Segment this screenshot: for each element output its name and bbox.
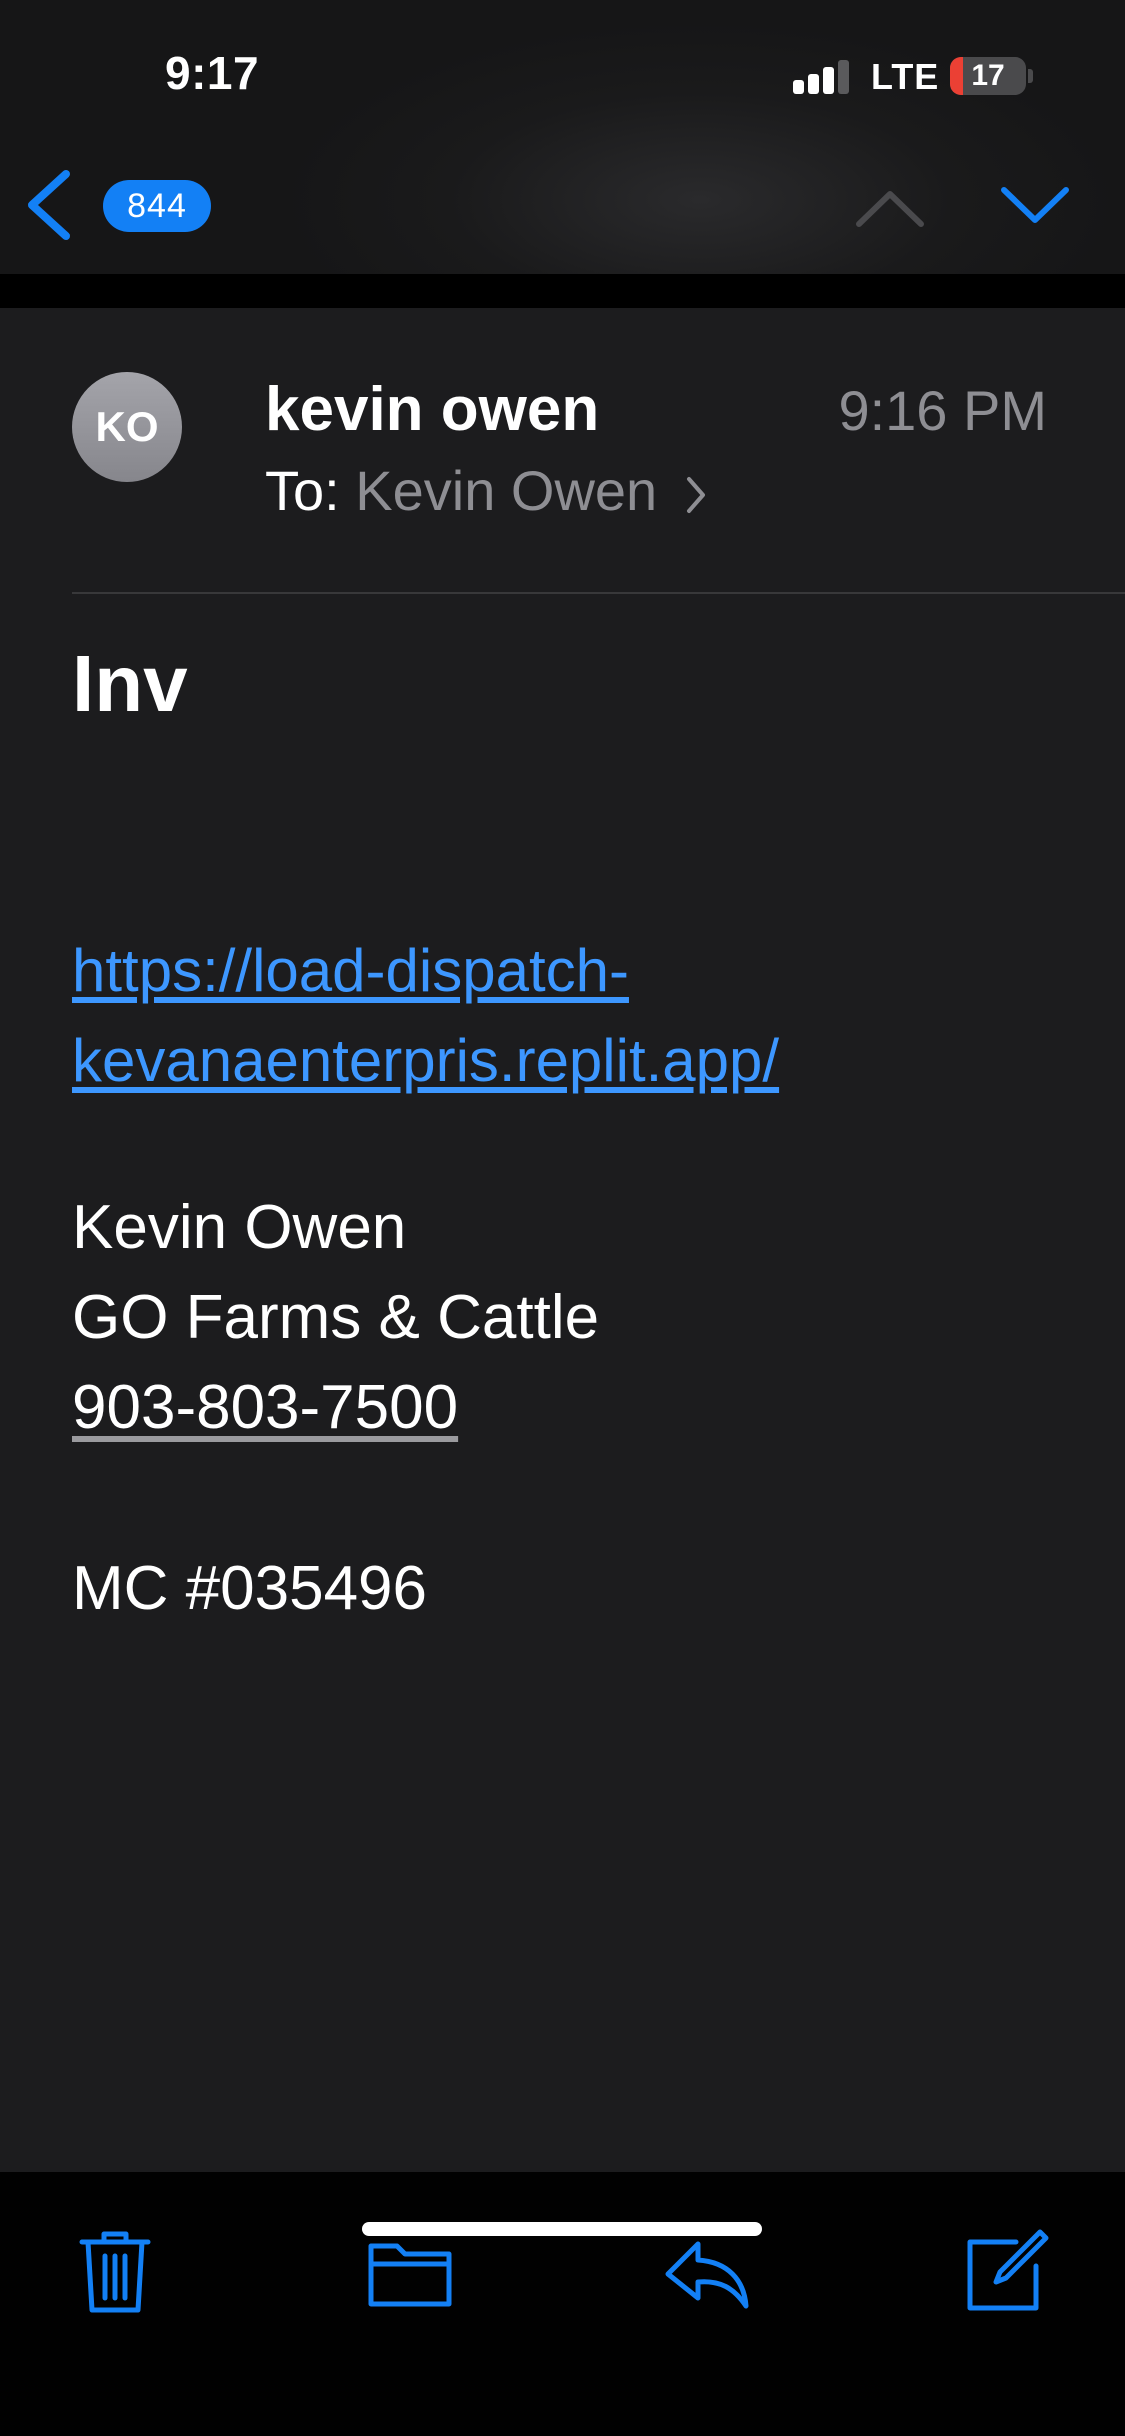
next-message-button[interactable] [1000, 182, 1070, 232]
recipient-name[interactable]: Kevin Owen [355, 459, 657, 522]
previous-message-button[interactable] [855, 182, 925, 232]
sender-name[interactable]: kevin owen [265, 374, 599, 445]
message-view: KO kevin owen 9:16 PM To: Kevin Owen Inv… [0, 308, 1125, 2172]
to-label: To: [265, 459, 340, 522]
trash-icon [79, 2231, 151, 2313]
status-time: 9:17 [165, 47, 260, 99]
signature-mc-number: MC #035496 [72, 1554, 428, 1623]
link-line-2[interactable]: kevanaenterpris.replit.app/ [72, 1016, 779, 1106]
delete-button[interactable] [70, 2228, 160, 2318]
bottom-toolbar [0, 2172, 1125, 2436]
cellular-signal-icon [793, 58, 851, 94]
network-type: LTE [871, 56, 940, 97]
message-link[interactable]: https://load-dispatch- kevanaenterpris.r… [72, 926, 779, 1106]
unread-count-badge[interactable]: 844 [103, 180, 211, 232]
reply-icon [665, 2241, 749, 2309]
sender-avatar[interactable]: KO [72, 372, 182, 482]
signature-company: GO Farms & Cattle [72, 1283, 600, 1352]
back-button[interactable] [22, 160, 82, 250]
chevron-left-icon [28, 170, 70, 240]
signature-name: Kevin Owen [72, 1193, 407, 1262]
message-time: 9:16 PM [838, 379, 1047, 442]
nav-separator [0, 274, 1125, 308]
battery-icon: 17 [950, 57, 1026, 95]
chevron-up-icon [856, 191, 924, 227]
chevron-down-icon [1001, 187, 1069, 223]
top-area: 9:17 LTE 17 844 [0, 0, 1125, 274]
compose-icon [967, 2229, 1049, 2311]
signature-phone[interactable]: 903-803-7500 [72, 1372, 458, 1443]
compose-button[interactable] [960, 2228, 1050, 2318]
phone-number-link[interactable]: 903-803-7500 [72, 1373, 458, 1442]
mail-screen: 9:17 LTE 17 844 KO kevin owen 9:16 PM To… [0, 0, 1125, 2436]
status-bar: 9:17 LTE 17 [0, 0, 1125, 150]
battery-level: 17 [971, 59, 1005, 92]
header-divider [72, 592, 1125, 594]
chevron-right-icon [686, 477, 705, 514]
link-line-1[interactable]: https://load-dispatch- [72, 926, 779, 1016]
recipient-row[interactable]: To: Kevin Owen [265, 458, 707, 523]
reply-button[interactable] [662, 2228, 752, 2318]
folder-icon [368, 2243, 452, 2307]
move-to-folder-button[interactable] [365, 2228, 455, 2318]
home-indicator[interactable] [362, 2222, 762, 2236]
battery-nub [1028, 69, 1033, 83]
message-subject: Inv [72, 639, 188, 728]
nav-bar: 844 [0, 150, 1125, 274]
